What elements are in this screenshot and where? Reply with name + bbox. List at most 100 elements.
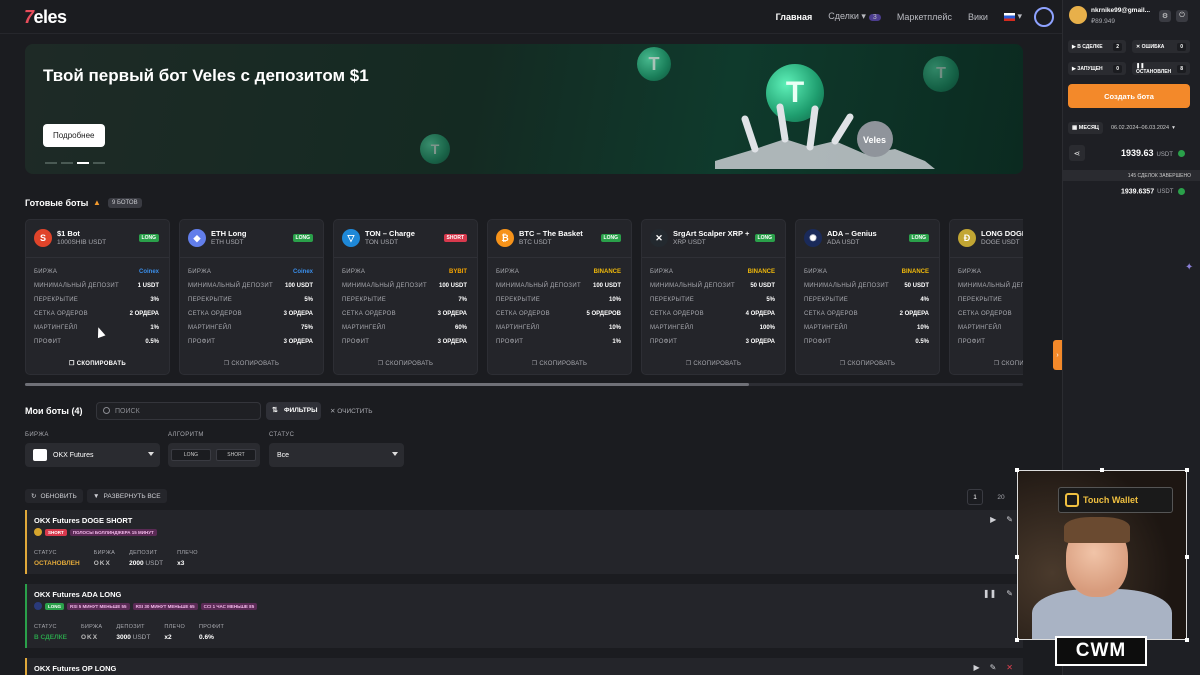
- play-icon[interactable]: ▶: [973, 663, 979, 672]
- create-bot-button[interactable]: Создать бота: [1068, 84, 1190, 108]
- play-icon[interactable]: ▶: [990, 515, 996, 524]
- card-pair: ETH USDT: [211, 239, 244, 246]
- card-row-value: 3 ОРДЕРА: [283, 311, 313, 317]
- avatar[interactable]: [1069, 6, 1087, 24]
- share-icon[interactable]: ⋖: [1069, 145, 1085, 161]
- copy-button[interactable]: ❐ СКОПИРОВАТЬ: [488, 360, 631, 367]
- resize-handle[interactable]: [1015, 468, 1019, 472]
- card-row-value: 50 USDT: [904, 283, 929, 289]
- per-page-button[interactable]: 20: [993, 489, 1009, 505]
- theme-toggle-moon-icon[interactable]: [1034, 7, 1054, 27]
- card-rows: БИРЖА BINANCE МИНИМАЛЬНЫЙ ДЕПОЗИТ 50 USDT ПЕ…: [804, 265, 929, 349]
- side-panel-toggle[interactable]: ›: [1053, 340, 1062, 370]
- algo-short-option[interactable]: SHORT: [216, 449, 256, 461]
- veles-logo[interactable]: 7eles: [24, 7, 67, 28]
- promo-banner[interactable]: Твой первый бот Veles с депозитом $1 Под…: [25, 44, 1023, 174]
- card-row-value: 4 ОРДЕРА: [745, 311, 775, 317]
- carousel-scrollbar[interactable]: [25, 383, 1023, 386]
- copy-button[interactable]: ❐ СКОПИРОВАТЬ: [180, 360, 323, 367]
- card-pair: 1000SHIB USDT: [57, 239, 107, 246]
- banner-dot[interactable]: [93, 162, 105, 164]
- status-select[interactable]: Все: [269, 443, 404, 467]
- card-row-profit: ПРОФИТ 0.5%: [34, 335, 159, 349]
- bot-template-card[interactable]: ÐLONG DOGEDOGE USDTLONGБИРЖАМИНИМАЛЬНЫЙ …: [949, 219, 1023, 375]
- stat-stopped[interactable]: ❚❚ ОСТАНОВЛЕН 8: [1132, 62, 1190, 75]
- stat-in-deal[interactable]: ▶ В СДЕЛКЕ 2: [1068, 40, 1126, 53]
- resize-handle[interactable]: [1100, 468, 1104, 472]
- banner-more-button[interactable]: Подробнее: [43, 124, 105, 147]
- resize-handle[interactable]: [1185, 555, 1189, 559]
- copy-icon: ❐: [839, 361, 846, 367]
- nav-wiki[interactable]: Вики: [968, 12, 988, 22]
- bot-template-card[interactable]: ✺ ADA – Genius ADA USDT LONG БИРЖА BINANCE МИН…: [795, 219, 940, 375]
- carousel-scroll-thumb[interactable]: [25, 383, 749, 386]
- user-email: nkrnike99@gmail...: [1091, 7, 1151, 14]
- card-row-label: ПРОФИТ: [34, 339, 62, 345]
- bot-actions: ❚❚ ✎: [983, 589, 1013, 598]
- copy-button[interactable]: ❐ СКОПИРОВАТЬ: [796, 360, 939, 367]
- direction-tag: LONG: [45, 602, 64, 610]
- nav-marketplace[interactable]: Маркетплейс: [897, 12, 952, 22]
- exchange-select[interactable]: OKX Futures: [25, 443, 160, 467]
- period-selector[interactable]: ▦ МЕСЯЦ 06.02.2024–06.03.2024 ▾: [1068, 121, 1190, 135]
- nav-deals[interactable]: Сделки ▾ 3: [828, 11, 881, 22]
- bot-row[interactable]: OKX Futures OP LONG ▶ ✎ ✕: [25, 658, 1023, 675]
- card-row-label: СЕТКА ОРДЕРОВ: [958, 311, 1012, 317]
- banner-dot[interactable]: [61, 162, 73, 164]
- collapse-arrow-icon[interactable]: ▲: [93, 198, 101, 207]
- card-row-min_deposit: МИНИМАЛЬНЫЙ ДЕПОЗИТ 50 USDT: [650, 279, 775, 293]
- banner-dot-active[interactable]: [77, 162, 89, 164]
- language-selector[interactable]: ▾: [1003, 11, 1022, 22]
- clear-button[interactable]: ✕ ОЧИСТИТЬ: [330, 407, 373, 415]
- card-direction-badge: LONG: [138, 234, 159, 242]
- page-button[interactable]: 1: [967, 489, 983, 505]
- status-label: СТАТУС: [269, 432, 295, 438]
- play-icon: ▶: [1072, 65, 1076, 72]
- copy-button[interactable]: ❐ СКОПИРОВАТЬ: [642, 360, 785, 367]
- ready-bots-carousel[interactable]: S $1 Bot 1000SHIB USDT LONG БИРЖА Coinex МИНИМ…: [25, 219, 1023, 376]
- sparkle-icon[interactable]: ✦: [1185, 262, 1193, 273]
- stat-running[interactable]: ▶ ЗАПУЩЕН 0: [1068, 62, 1126, 75]
- bot-template-card[interactable]: S $1 Bot 1000SHIB USDT LONG БИРЖА Coinex МИНИМ…: [25, 219, 170, 375]
- card-row-value: 3%: [150, 297, 159, 303]
- delete-icon[interactable]: ✕: [1006, 663, 1013, 672]
- card-row-value: 2 ОРДЕРА: [129, 311, 159, 317]
- card-row-grid: СЕТКА ОРДЕРОВ 2 ОРДЕРА: [804, 307, 929, 321]
- nav-home[interactable]: Главная: [776, 12, 813, 22]
- resize-handle[interactable]: [1185, 638, 1189, 642]
- settings-gear-icon[interactable]: ⚙: [1159, 10, 1171, 22]
- pause-icon[interactable]: ❚❚: [983, 589, 996, 598]
- algo-long-option[interactable]: LONG: [171, 449, 211, 461]
- bot-row[interactable]: OKX Futures DOGE SHORT SHORT ПОЛОСЫ БОЛЛ…: [25, 510, 1023, 574]
- tether-icon: [1177, 150, 1185, 158]
- edit-icon[interactable]: ✎: [1006, 515, 1013, 524]
- card-row-grid: СЕТКА ОРДЕРОВ 4 ОРДЕРА: [650, 307, 775, 321]
- search-input[interactable]: ПОИСК: [96, 402, 261, 420]
- resize-handle[interactable]: [1015, 638, 1019, 642]
- banner-dot[interactable]: [45, 162, 57, 164]
- bot-template-card[interactable]: ◆ ETH Long ETH USDT LONG БИРЖА Coinex МИНИМАЛЬ…: [179, 219, 324, 375]
- bot-template-card[interactable]: ✕ SrgArt Scalper XRP + XRP USDT LONG БИРЖА BI…: [641, 219, 786, 375]
- card-row-value: 100%: [759, 325, 775, 331]
- resize-handle[interactable]: [1015, 555, 1019, 559]
- edit-icon[interactable]: ✎: [990, 663, 997, 672]
- card-row-label: ПРОФИТ: [342, 339, 370, 345]
- refresh-button[interactable]: ↻ ОБНОВИТЬ: [25, 489, 83, 503]
- copy-button[interactable]: ❐ СКОПИРОВАТЬ: [950, 360, 1023, 367]
- copy-button[interactable]: ❐ СКОПИРОВАТЬ: [26, 360, 169, 367]
- power-icon[interactable]: ⏻: [1176, 10, 1188, 22]
- bot-template-card[interactable]: ₿ BTC – The Basket BTC USDT LONG БИРЖА BINANC…: [487, 219, 632, 375]
- card-row-label: МАРТИНГЕЙЛ: [34, 325, 78, 331]
- stat-error[interactable]: ✕ ОШИБКА 0: [1132, 40, 1190, 53]
- edit-icon[interactable]: ✎: [1006, 589, 1013, 598]
- indicator-tag: ПОЛОСЫ БОЛЛИНДЖЕРА 15 МИНУТ: [69, 528, 157, 536]
- copy-button[interactable]: ❐ СКОПИРОВАТЬ: [334, 360, 477, 367]
- tether-coin-icon: T: [637, 47, 671, 81]
- card-row-min_deposit: МИНИМАЛЬНЫЙ ДЕПОЗИТ 50 USDT: [804, 279, 929, 293]
- card-row-exchange: БИРЖА: [958, 265, 1023, 279]
- resize-handle[interactable]: [1185, 468, 1189, 472]
- bot-template-card[interactable]: ▽ TON – Charge TON USDT SHORT БИРЖА BYBIT МИНИ…: [333, 219, 478, 375]
- expand-all-button[interactable]: ▼ РАЗВЕРНУТЬ ВСЕ: [87, 489, 167, 503]
- bot-row[interactable]: OKX Futures ADA LONG LONG RSI 5 МИНУТ МЕ…: [25, 584, 1023, 648]
- filters-button[interactable]: ⇅ ФИЛЬТРЫ: [266, 402, 321, 420]
